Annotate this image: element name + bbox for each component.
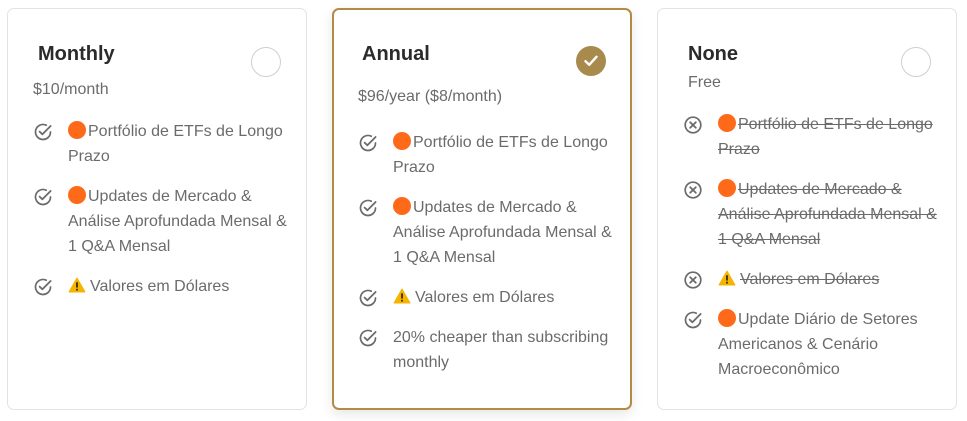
feature-text: Update Diário de Setores Americanos & Ce…	[718, 311, 918, 378]
plan-card-annual[interactable]: Annual $96/year ($8/month) Portfólio de …	[332, 8, 632, 410]
feature-text: Portfólio de ETFs de Longo Prazo	[718, 116, 933, 158]
orange-dot-icon	[718, 179, 736, 197]
plan-card-none[interactable]: None Free Portfólio de ETFs de Longo Pra…	[657, 8, 957, 410]
feature-item: Updates de Mercado & Análise Aprofundada…	[358, 195, 620, 270]
check-circle-icon	[358, 133, 378, 153]
feature-list: Portfólio de ETFs de Longo Prazo Updates…	[358, 130, 620, 390]
feature-item: Portfólio de ETFs de Longo Prazo	[683, 112, 945, 162]
orange-dot-icon	[68, 186, 86, 204]
x-circle-icon	[683, 270, 703, 290]
feature-item: Updates de Mercado & Análise Aprofundada…	[683, 177, 945, 252]
feature-item: Update Diário de Setores Americanos & Ce…	[683, 307, 945, 382]
plan-radio-button[interactable]	[901, 47, 931, 77]
plan-price: Free	[688, 74, 721, 91]
orange-dot-icon	[718, 309, 736, 327]
warning-icon	[68, 276, 86, 293]
feature-text: Updates de Mercado & Análise Aprofundada…	[718, 181, 937, 248]
check-circle-icon	[683, 310, 703, 330]
feature-item: Updates de Mercado & Análise Aprofundada…	[33, 184, 295, 259]
plan-title: None	[688, 43, 738, 65]
orange-dot-icon	[393, 197, 411, 215]
feature-list: Portfólio de ETFs de Longo Prazo Updates…	[33, 119, 295, 314]
plan-radio-button[interactable]	[251, 47, 281, 77]
x-circle-icon	[683, 180, 703, 200]
warning-icon	[718, 269, 736, 286]
warning-icon	[393, 287, 411, 304]
feature-list: Portfólio de ETFs de Longo Prazo Updates…	[683, 112, 945, 397]
check-circle-icon	[33, 122, 53, 142]
x-circle-icon	[683, 115, 703, 135]
orange-dot-icon	[718, 114, 736, 132]
feature-text: Updates de Mercado & Análise Aprofundada…	[393, 199, 612, 266]
feature-item: 20% cheaper than subscribing monthly	[358, 325, 620, 375]
feature-item: Portfólio de ETFs de Longo Prazo	[358, 130, 620, 180]
feature-text: Valores em Dólares	[415, 289, 555, 306]
plan-title: Annual	[362, 43, 430, 65]
check-circle-icon	[358, 288, 378, 308]
checkmark-icon	[584, 55, 598, 66]
plan-price: $96/year ($8/month)	[358, 88, 503, 105]
plan-title: Monthly	[38, 43, 115, 65]
orange-dot-icon	[393, 132, 411, 150]
check-circle-icon	[33, 277, 53, 297]
feature-item: Portfólio de ETFs de Longo Prazo	[33, 119, 295, 169]
check-circle-icon	[33, 187, 53, 207]
check-circle-icon	[358, 198, 378, 218]
feature-text: 20% cheaper than subscribing monthly	[393, 329, 609, 371]
feature-text: Portfólio de ETFs de Longo Prazo	[393, 134, 608, 176]
feature-text: Valores em Dólares	[740, 271, 880, 288]
check-circle-icon	[358, 328, 378, 348]
feature-item: Valores em Dólares	[33, 274, 295, 299]
feature-text: Portfólio de ETFs de Longo Prazo	[68, 123, 283, 165]
feature-text: Updates de Mercado & Análise Aprofundada…	[68, 188, 287, 255]
plan-price: $10/month	[33, 81, 109, 98]
feature-item: Valores em Dólares	[358, 285, 620, 310]
plan-radio-button-selected[interactable]	[576, 46, 606, 76]
orange-dot-icon	[68, 121, 86, 139]
feature-item: Valores em Dólares	[683, 267, 945, 292]
plan-card-monthly[interactable]: Monthly $10/month Portfólio de ETFs de L…	[7, 8, 307, 410]
feature-text: Valores em Dólares	[90, 278, 230, 295]
